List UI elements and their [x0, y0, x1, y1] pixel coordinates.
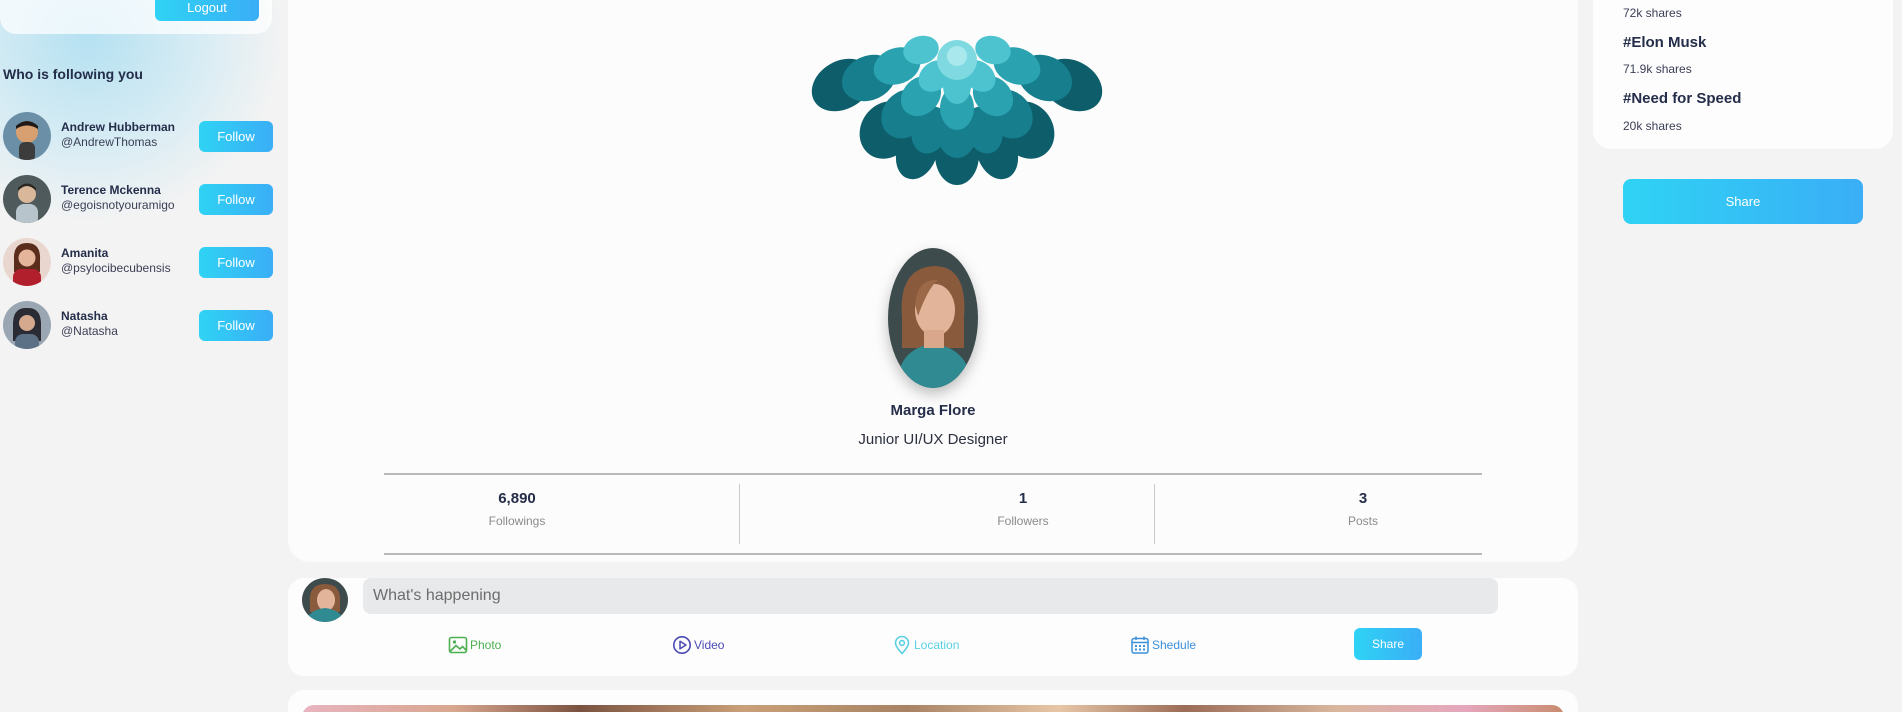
avatar[interactable] — [302, 578, 348, 622]
video-option[interactable]: Video — [672, 635, 724, 655]
follow-button[interactable]: Follow — [199, 121, 273, 152]
stat-posts[interactable]: 3 Posts — [1238, 484, 1488, 546]
follower-item: Terence Mckenna @egoisnotyouramigo Follo… — [3, 175, 273, 225]
follower-name: Amanita — [61, 246, 109, 260]
follower-item: Andrew Hubberman @AndrewThomas Follow — [3, 112, 273, 162]
stat-divider — [1154, 484, 1155, 544]
follower-name: Natasha — [61, 309, 108, 323]
follower-item: Natasha @Natasha Follow — [3, 301, 273, 351]
photo-label: Photo — [470, 638, 502, 652]
follower-handle: @egoisnotyouramigo — [61, 198, 175, 212]
avatar[interactable] — [3, 238, 51, 286]
stat-label: Posts — [1347, 514, 1378, 528]
photo-icon — [448, 636, 468, 654]
stat-value: 1 — [1018, 490, 1028, 507]
avatar[interactable] — [3, 175, 51, 223]
follower-handle: @Natasha — [61, 324, 118, 338]
trend-tag[interactable]: #Elon Musk — [1623, 34, 1706, 51]
trend-shares: 71.9k shares — [1623, 62, 1692, 76]
trend-shares: 20k shares — [1623, 119, 1682, 133]
profile-card: Marga Flore Junior UI/UX Designer 6,890 … — [288, 0, 1578, 562]
stats-bottom-divider — [384, 553, 1482, 555]
schedule-option[interactable]: Shedule — [1130, 635, 1196, 655]
trend-shares: 72k shares — [1623, 6, 1682, 20]
location-pin-icon — [894, 635, 910, 655]
follower-name: Andrew Hubberman — [61, 120, 176, 134]
follower-handle: @psylocibecubensis — [61, 261, 171, 275]
stat-followers[interactable]: 1 Followers — [828, 484, 1218, 546]
play-circle-icon — [673, 636, 691, 654]
post-composer: Photo Video Location Shedule Share — [288, 578, 1578, 676]
follower-handle: @AndrewThomas — [61, 135, 158, 149]
cover-image[interactable] — [762, 0, 1152, 190]
logout-button[interactable]: Logout — [155, 0, 259, 21]
photo-option[interactable]: Photo — [448, 635, 501, 655]
stat-label: Followers — [997, 514, 1049, 528]
calendar-icon — [1131, 636, 1149, 654]
composer-share-button[interactable]: Share — [1354, 628, 1422, 660]
video-label: Video — [694, 638, 725, 652]
stat-followings[interactable]: 6,890 Followings — [388, 484, 646, 546]
left-sidebar: Logout Who is following you Andrew Hubbe… — [0, 0, 280, 712]
stats-top-divider — [384, 473, 1482, 475]
trends-card: 72k shares #Elon Musk 71.9k shares #Need… — [1593, 0, 1893, 149]
profile-role: Junior UI/UX Designer — [858, 431, 1008, 448]
who-is-following-title: Who is following you — [3, 66, 143, 82]
next-post-card — [288, 690, 1578, 712]
location-label: Location — [914, 638, 960, 652]
follow-button[interactable]: Follow — [199, 310, 273, 341]
stat-value: 6,890 — [498, 490, 536, 507]
follow-button[interactable]: Follow — [199, 247, 273, 278]
stat-label: Followings — [488, 514, 546, 528]
schedule-label: Shedule — [1152, 638, 1197, 652]
whats-happening-input[interactable] — [363, 578, 1498, 614]
profile-name: Marga Flore — [890, 402, 976, 419]
stat-value: 3 — [1358, 490, 1368, 507]
profile-avatar[interactable] — [888, 248, 978, 388]
follower-name: Terence Mckenna — [61, 183, 161, 197]
avatar[interactable] — [3, 112, 51, 160]
post-image[interactable] — [302, 705, 1564, 712]
share-button[interactable]: Share — [1623, 179, 1863, 224]
location-option[interactable]: Location — [892, 635, 959, 655]
avatar[interactable] — [3, 301, 51, 349]
follower-item: Amanita @psylocibecubensis Follow — [3, 238, 273, 288]
stat-divider — [739, 484, 740, 544]
follow-button[interactable]: Follow — [199, 184, 273, 215]
trend-tag[interactable]: #Need for Speed — [1623, 90, 1741, 107]
